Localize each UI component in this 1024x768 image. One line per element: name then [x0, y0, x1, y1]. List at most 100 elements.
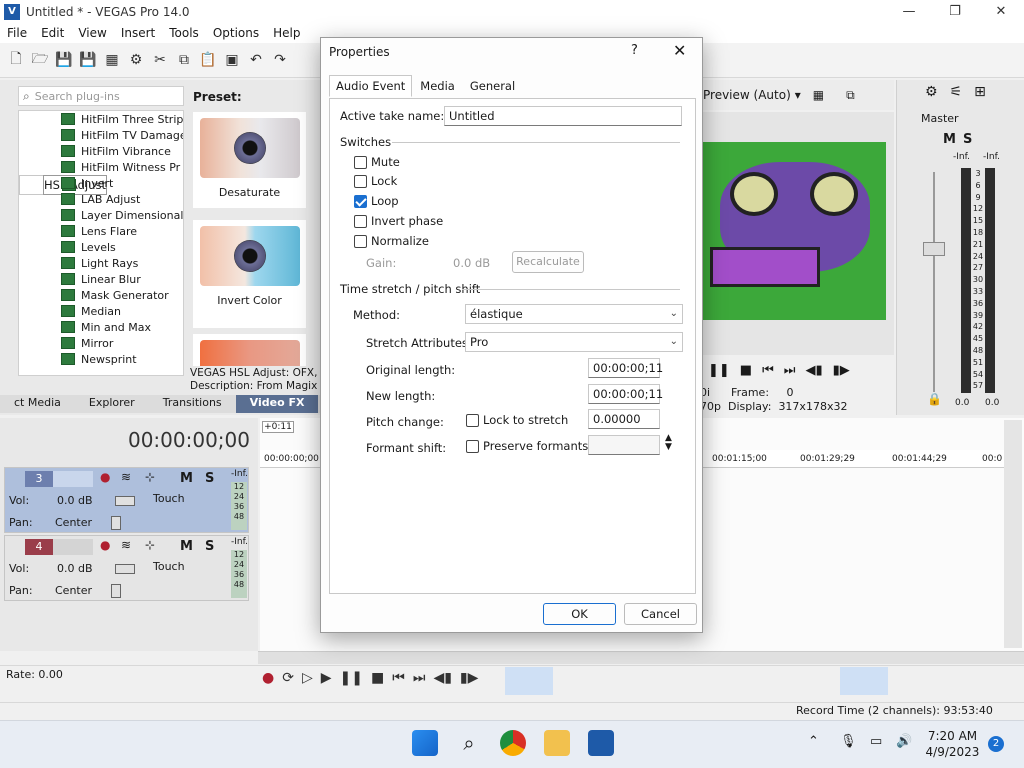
loop-playback-icon[interactable]: ⟳ — [282, 670, 294, 686]
microphone-icon[interactable]: 🎙 — [840, 734, 857, 749]
go-to-end-icon[interactable]: ⏭ — [413, 670, 426, 686]
paste-icon[interactable]: 📋 — [198, 50, 218, 70]
save-as-icon[interactable]: 💾 — [78, 50, 98, 70]
record-icon[interactable]: ● — [262, 670, 274, 686]
help-button[interactable]: ? — [631, 43, 638, 58]
restore-button[interactable]: ❐ — [932, 0, 978, 23]
delete-icon[interactable]: ▣ — [222, 50, 242, 70]
lock-icon[interactable]: 🔒 — [927, 392, 942, 406]
search-icon[interactable]: ⌕ — [456, 730, 482, 756]
start-icon[interactable] — [412, 730, 438, 756]
stretch-attributes-dropdown[interactable]: Pro ⌄ — [465, 332, 683, 352]
solo-button[interactable]: S — [205, 471, 214, 486]
master-volume-fader[interactable] — [923, 242, 945, 256]
tab-media[interactable]: Media — [413, 75, 462, 97]
automation-icon[interactable]: ⊹ — [145, 470, 155, 484]
plugin-item[interactable]: Mask Generator — [19, 287, 183, 303]
tab-transitions[interactable]: Transitions — [149, 395, 236, 413]
next-frame-icon[interactable]: ⏭ — [784, 363, 796, 378]
invert-phase-checkbox[interactable]: Invert phase — [354, 214, 443, 228]
prev-frame-icon[interactable]: ◀▮ — [433, 670, 451, 686]
preview-quality-dropdown[interactable]: Preview (Auto) — [703, 88, 791, 102]
formant-spin-icon[interactable]: ▲ ▼ — [665, 434, 672, 452]
menu-view[interactable]: View — [71, 26, 113, 40]
chrome-icon[interactable] — [500, 730, 526, 756]
chevron-down-icon[interactable]: ▾ — [795, 88, 801, 102]
plugin-search-input[interactable]: ⌕ Search plug-ins — [18, 86, 184, 106]
audio-track-3[interactable]: 3 ● ≋ ⊹ M S Vol: 0.0 dB Touch Pan: Cente… — [4, 467, 249, 533]
pan-slider[interactable] — [111, 584, 121, 598]
pause-icon[interactable]: ❚❚ — [340, 670, 363, 686]
stop-icon[interactable]: ■ — [371, 670, 384, 686]
plugin-item[interactable]: HitFilm Witness Pr — [19, 159, 183, 175]
step-forward-icon[interactable]: ▮▶ — [833, 363, 850, 378]
invert-phase-icon[interactable]: ≋ — [121, 470, 131, 484]
menu-tools[interactable]: Tools — [162, 26, 206, 40]
tab-video-fx[interactable]: Video FX — [235, 395, 319, 413]
plugin-item[interactable]: Layer Dimensional — [19, 207, 183, 223]
lock-checkbox[interactable]: Lock — [354, 174, 397, 188]
prev-frame-icon[interactable]: ⏮ — [762, 363, 774, 378]
network-icon[interactable]: ▭ — [870, 734, 882, 749]
fx-icon[interactable]: ⚟ — [950, 84, 963, 100]
next-frame-icon[interactable]: ▮▶ — [460, 670, 478, 686]
original-length-field[interactable]: 00:00:00;11 — [588, 358, 663, 378]
render-icon[interactable]: ▦ — [102, 50, 122, 70]
automation-icon[interactable]: ⊹ — [145, 538, 155, 552]
minimize-button[interactable]: — — [886, 0, 932, 23]
copy-icon[interactable]: ⧉ — [174, 50, 194, 70]
automation-mode[interactable]: Touch — [153, 492, 185, 505]
plugin-item[interactable]: LAB Adjust — [19, 191, 183, 207]
menu-help[interactable]: Help — [266, 26, 307, 40]
volume-slider[interactable] — [115, 496, 135, 506]
tab-explorer[interactable]: Explorer — [75, 395, 149, 413]
plugin-item[interactable]: Light Rays — [19, 255, 183, 271]
undo-icon[interactable]: ↶ — [246, 50, 266, 70]
mute-button[interactable]: M — [180, 539, 193, 554]
plugin-item[interactable]: HitFilm TV Damage — [19, 127, 183, 143]
loop-checkbox[interactable]: Loop — [354, 194, 399, 208]
preset-desaturate[interactable]: Desaturate — [193, 112, 306, 208]
plugin-item[interactable]: Lens Flare — [19, 223, 183, 239]
open-folder-icon[interactable]: 🗁 — [30, 50, 50, 70]
plugin-item[interactable]: Median — [19, 303, 183, 319]
automation-mode[interactable]: Touch — [153, 560, 185, 573]
grid-icon[interactable]: ▦ — [813, 88, 824, 102]
downmix-icon[interactable]: ⊞ — [974, 84, 986, 100]
preset-thumbnail-partial[interactable] — [193, 334, 306, 366]
horizontal-scrollbar[interactable] — [258, 651, 1024, 664]
mute-button[interactable]: M — [180, 471, 193, 486]
menu-insert[interactable]: Insert — [114, 26, 162, 40]
new-file-icon[interactable]: 🗋 — [6, 50, 26, 70]
normal-edit-tool-icon[interactable] — [505, 667, 553, 695]
tab-project-media[interactable]: ct Media — [0, 395, 75, 413]
copy-snapshot-icon[interactable]: ⧉ — [846, 88, 855, 103]
menu-options[interactable]: Options — [206, 26, 266, 40]
active-take-name-input[interactable]: Untitled — [444, 106, 682, 126]
plugin-item[interactable]: Newsprint — [19, 351, 183, 367]
recalculate-button[interactable]: Recalculate — [512, 251, 584, 273]
plugin-item[interactable]: Invert — [19, 175, 183, 191]
settings-gear-icon[interactable]: ⚙ — [126, 50, 146, 70]
save-icon[interactable]: 💾 — [54, 50, 74, 70]
menu-file[interactable]: File — [0, 26, 34, 40]
close-window-button[interactable]: ✕ — [978, 0, 1024, 23]
taskbar-clock[interactable]: 7:20 AM 4/9/2023 — [920, 728, 985, 760]
ok-button[interactable]: OK — [543, 603, 616, 625]
play-from-start-icon[interactable]: ▷ — [302, 670, 313, 686]
arm-record-icon[interactable]: ● — [100, 470, 110, 484]
plugin-item[interactable]: HitFilm Vibrance — [19, 143, 183, 159]
tab-audio-event[interactable]: Audio Event — [329, 75, 413, 97]
plugin-item[interactable]: Min and Max — [19, 319, 183, 335]
show-hidden-icons-chevron-icon[interactable]: ⌃ — [808, 734, 819, 749]
plugin-list[interactable]: HitFilm Three Strip HitFilm TV Damage Hi… — [18, 110, 184, 376]
volume-slider[interactable] — [115, 564, 135, 574]
audio-track-4[interactable]: 4 ● ≋ ⊹ M S Vol: 0.0 dB Touch Pan: Cente… — [4, 535, 249, 601]
master-mute-button[interactable]: M — [943, 132, 956, 147]
arm-record-icon[interactable]: ● — [100, 538, 110, 552]
volume-icon[interactable]: 🔊 — [896, 734, 912, 749]
step-back-icon[interactable]: ◀▮ — [806, 363, 823, 378]
plugin-item[interactable]: Levels — [19, 239, 183, 255]
mute-checkbox[interactable]: Mute — [354, 155, 400, 169]
pause-icon[interactable]: ❚❚ — [708, 363, 730, 378]
